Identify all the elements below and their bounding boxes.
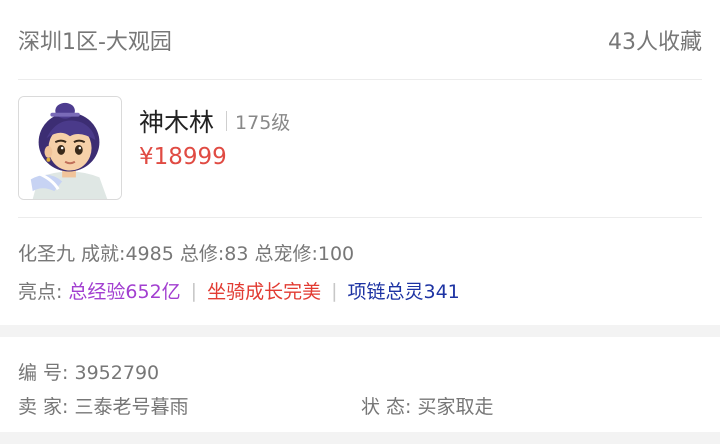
listing-id-row: 编 号: 3952790 — [18, 358, 718, 385]
status-row: 状 态: 买家取走 — [361, 392, 494, 419]
character-summary[interactable]: 神木林 175级 ¥18999 — [18, 80, 702, 218]
character-name-row: 神木林 175级 — [139, 103, 290, 139]
highlight-experience: 总经验652亿 — [68, 281, 181, 303]
favorites-count[interactable]: 43人收藏 — [608, 24, 702, 56]
listing-header: 深圳1区-大观园 43人收藏 — [18, 0, 702, 80]
highlight-divider: | — [331, 279, 338, 302]
character-name: 神木林 — [139, 108, 215, 137]
section-separator — [0, 325, 720, 337]
seller-label: 卖 家: — [18, 396, 69, 418]
seller-name[interactable]: 三泰老号暮雨 — [75, 396, 189, 418]
name-level-divider — [226, 111, 228, 131]
section-separator-bottom — [0, 432, 720, 444]
character-avatar[interactable] — [18, 96, 122, 200]
stats-line: 化圣九 成就:4985 总修:83 总宠修:100 — [18, 243, 355, 265]
listing-id-value[interactable]: 3952790 — [75, 362, 160, 384]
highlights-row: 亮点: 总经验652亿 | 坐骑成长完美 | 项链总灵341 — [18, 277, 460, 304]
character-level: 175级 — [235, 111, 291, 134]
highlight-mount: 坐骑成长完美 — [207, 281, 322, 303]
character-portrait-icon — [19, 97, 121, 199]
status-value: 买家取走 — [417, 396, 494, 418]
highlight-divider: | — [190, 279, 198, 302]
listing-price: ¥18999 — [139, 144, 227, 170]
status-label: 状 态: — [361, 396, 412, 418]
highlight-necklace: 项链总灵341 — [347, 281, 460, 303]
highlights-label: 亮点: — [18, 281, 63, 303]
listing-id-label: 编 号: — [18, 362, 69, 384]
server-name: 深圳1区-大观园 — [18, 29, 172, 55]
